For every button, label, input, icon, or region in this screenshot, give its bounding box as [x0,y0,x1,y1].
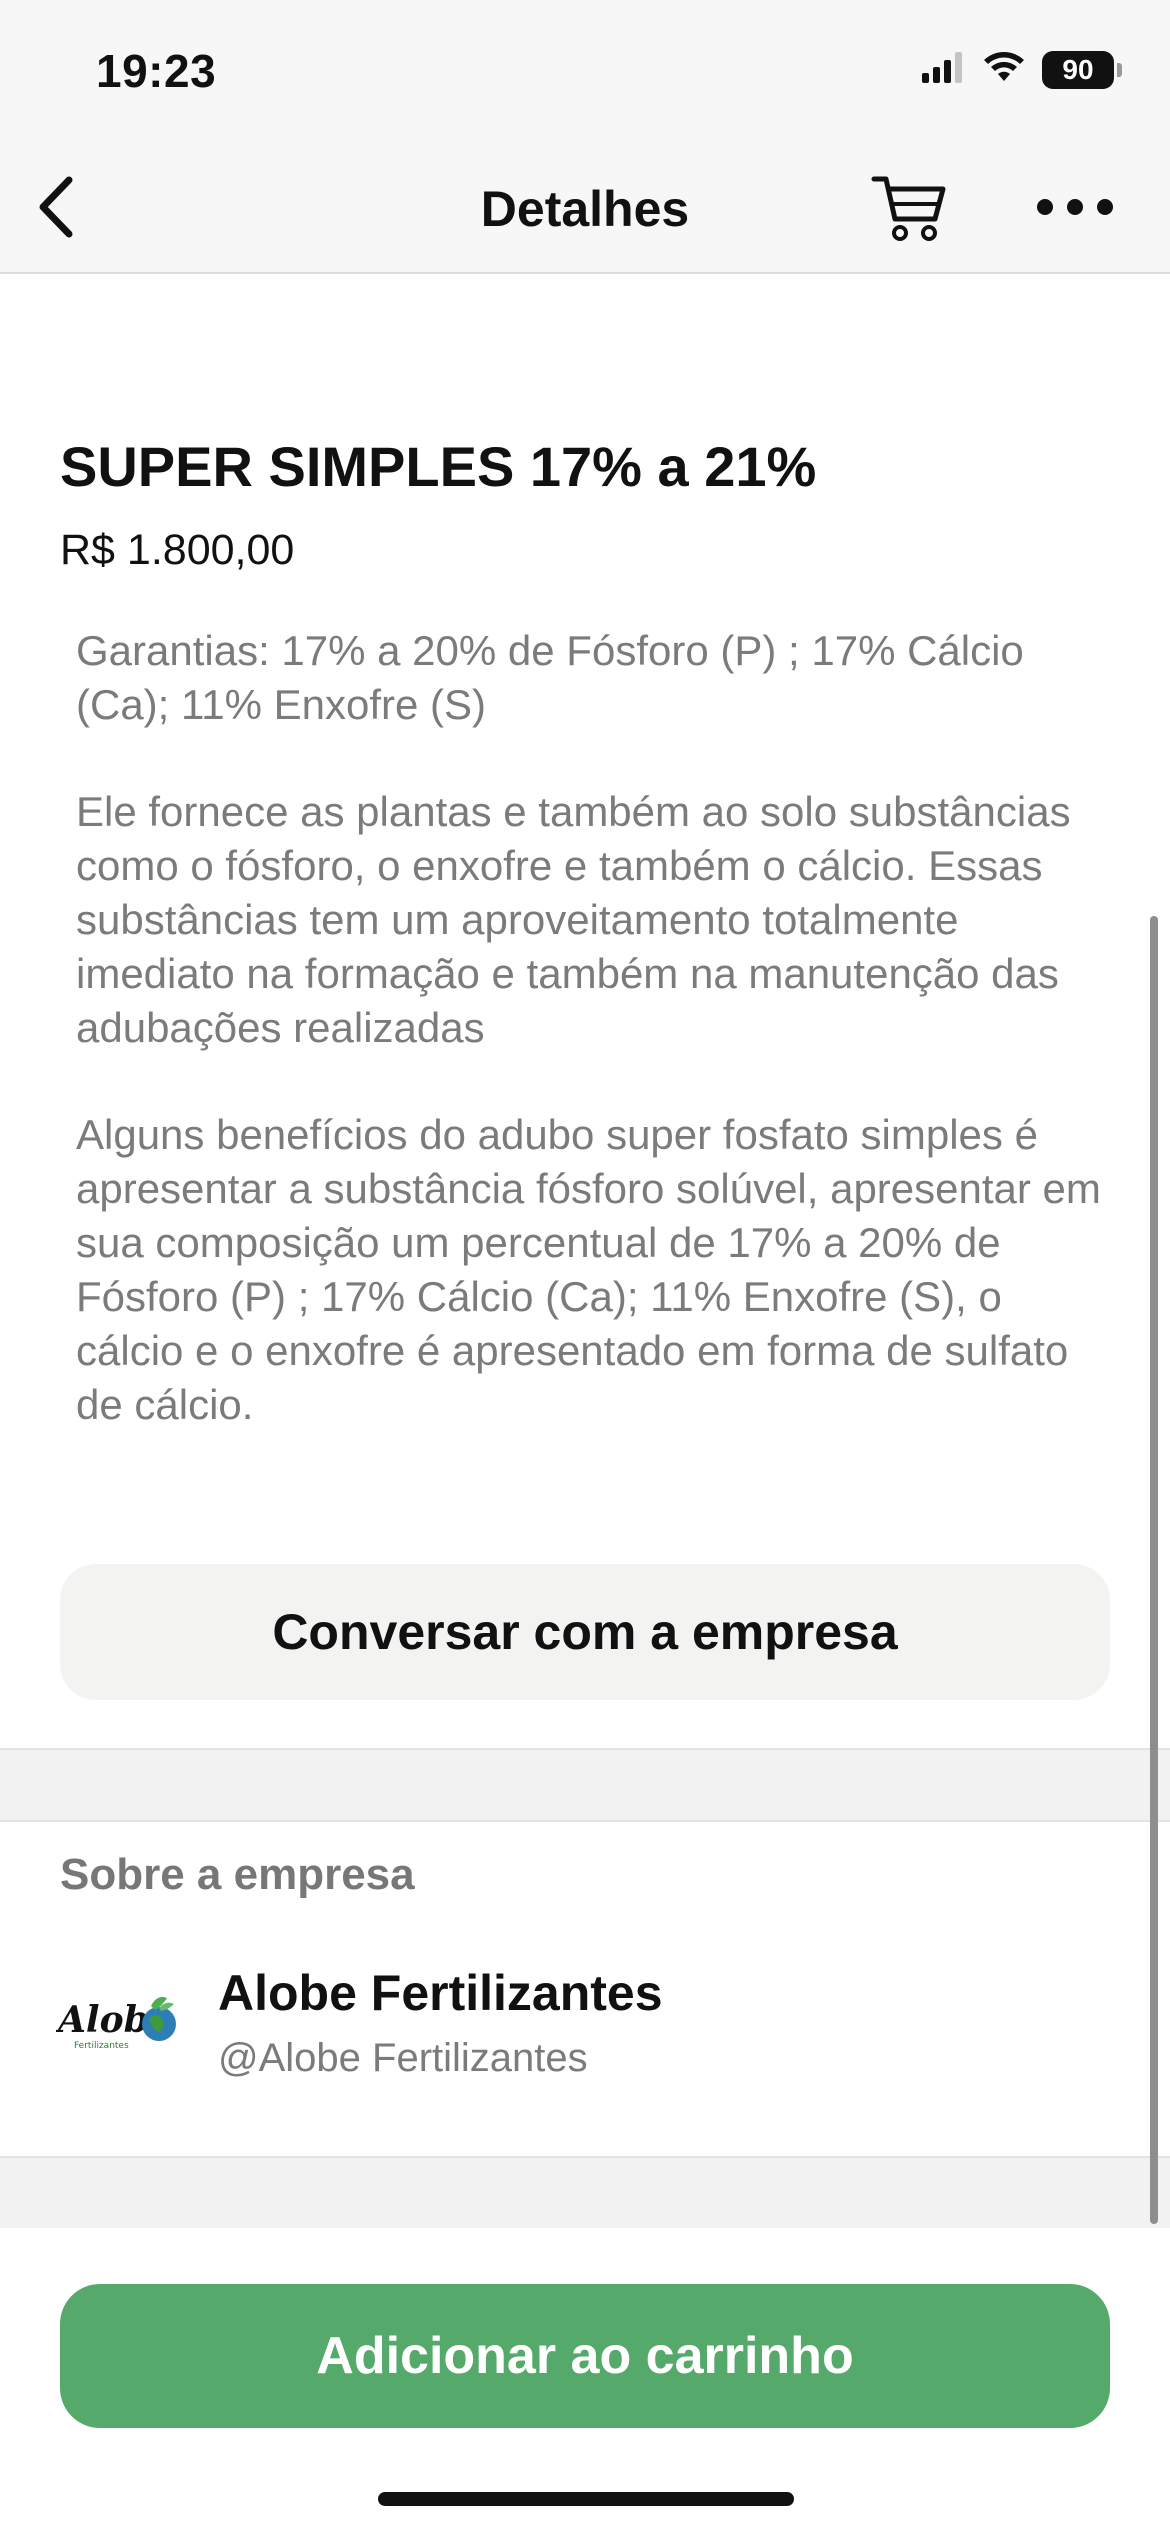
description-paragraph: Alguns benefícios do adubo super fosfato… [76,1111,1101,1428]
product-title: SUPER SIMPLES 17% a 21% [60,435,817,498]
svg-text:Fertilizantes: Fertilizantes [74,2041,129,2051]
cart-button[interactable] [868,168,952,252]
product-price: R$ 1.800,00 [60,526,295,574]
scrollbar[interactable] [1150,916,1158,2224]
battery-icon: 90 [1042,50,1122,89]
home-indicator[interactable] [378,2492,794,2506]
company-handle: @Alobe Fertilizantes [218,2036,588,2080]
page-title: Detalhes [480,181,690,237]
description-paragraph: Ele fornece as plantas e também ao solo … [76,788,1071,1051]
company-section-heading: Sobre a empresa [60,1850,415,1899]
battery-nub [1117,62,1122,77]
company-card[interactable]: Alobe Fertilizantes Alobe Fertilizantes … [55,1964,1116,2114]
wifi-icon [982,50,1026,89]
more-dots-icon [1035,197,1115,222]
status-bar: 19:23 90 [0,0,1170,150]
product-description: Garantias: 17% a 20% de Fósforo (P) ; 17… [76,624,1116,1485]
chevron-left-icon [35,176,75,243]
section-divider [0,2156,1170,2228]
status-icons: 90 [922,50,1122,89]
cart-icon [871,173,949,248]
bottom-action-bar: Adicionar ao carrinho [0,2228,1170,2532]
chat-with-company-button[interactable]: Conversar com a empresa [60,1564,1110,1700]
cellular-signal-icon [922,51,966,88]
description-paragraph: Garantias: 17% a 20% de Fósforo (P) ; 17… [76,627,1024,728]
nav-bar: Detalhes [0,150,1170,274]
back-button[interactable] [20,174,90,244]
status-time: 19:23 [96,45,217,97]
company-logo[interactable]: Alobe Fertilizantes [55,1970,182,2070]
company-name[interactable]: Alobe Fertilizantes [218,1964,663,2022]
more-options-button[interactable] [1030,172,1120,246]
battery-level: 90 [1062,53,1094,85]
section-divider [0,1748,1170,1822]
add-to-cart-button[interactable]: Adicionar ao carrinho [60,2284,1110,2428]
product-details-scroll[interactable]: SUPER SIMPLES 17% a 21% R$ 1.800,00 Gara… [0,274,1170,2228]
